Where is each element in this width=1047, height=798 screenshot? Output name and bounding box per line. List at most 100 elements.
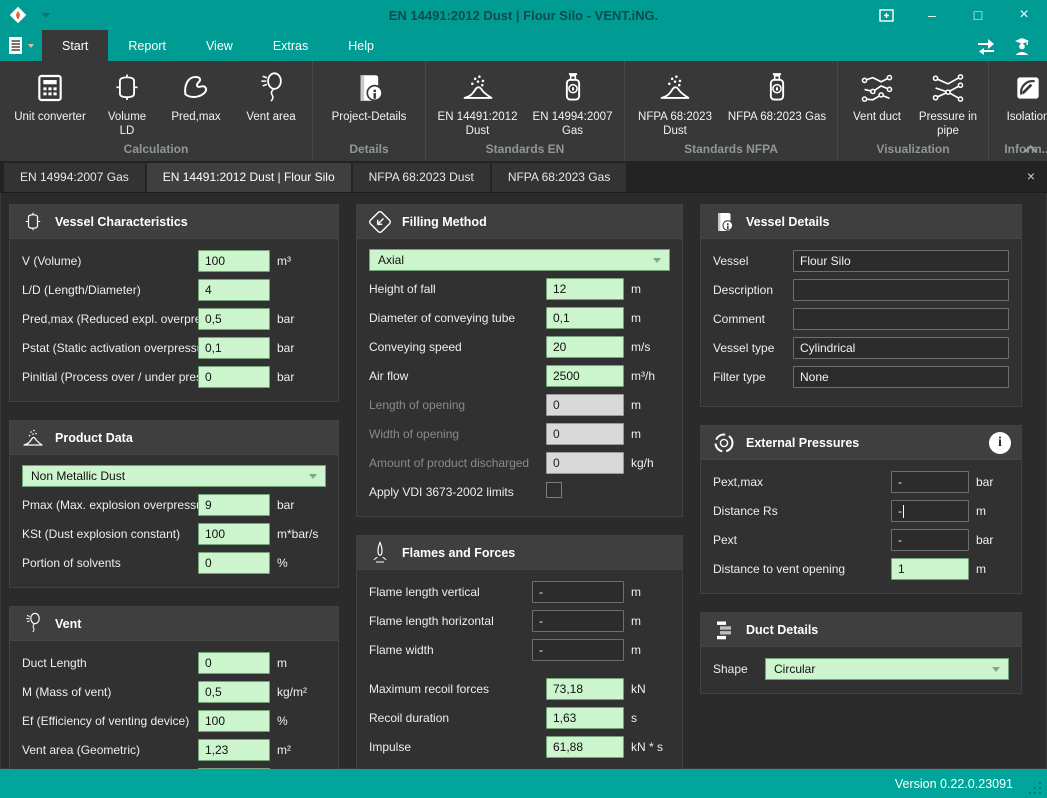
nfpa-68-gas-button[interactable]: NFPA 68:2023 Gas [721, 65, 833, 124]
minimize-button[interactable]: – [909, 0, 955, 30]
unit-label: m [624, 282, 670, 296]
dust-pile-icon [459, 68, 497, 108]
field-row: Recoil duration s [369, 706, 670, 730]
field-label: M (Mass of vent) [22, 685, 198, 699]
solvents-input[interactable] [198, 552, 270, 574]
max-recoil-forces-output[interactable] [546, 678, 624, 700]
nfpa-68-dust-button[interactable]: NFPA 68:2023 Dust [629, 65, 721, 139]
window-controls: – □ × [863, 0, 1047, 30]
comment-input[interactable] [793, 308, 1009, 330]
field-label: Vessel type [713, 341, 793, 355]
popup-window-icon[interactable] [863, 0, 909, 30]
list-menu-icon [8, 36, 25, 55]
kst-input[interactable] [198, 523, 270, 545]
project-details-button[interactable]: Project-Details [317, 65, 421, 124]
distance-to-vent-opening-input[interactable] [891, 558, 969, 580]
menu-start[interactable]: Start [42, 30, 108, 61]
duct-shape-dropdown[interactable]: Circular [765, 658, 1009, 680]
vessel-name-input[interactable] [793, 250, 1009, 272]
app-logo-icon[interactable] [8, 5, 28, 25]
filling-method-dropdown[interactable]: Axial [369, 249, 670, 271]
tab-en-14491-dust-flour-silo[interactable]: EN 14491:2012 Dust | Flour Silo [147, 163, 351, 192]
isolation-button[interactable]: Isolation [993, 65, 1047, 124]
pressure-rings-icon [711, 430, 737, 456]
file-menu-caret-icon [28, 44, 34, 48]
mass-of-vent-input[interactable] [198, 681, 270, 703]
ribbon-group-label: Standards NFPA [629, 140, 833, 159]
menu-extras[interactable]: Extras [253, 30, 328, 61]
close-button[interactable]: × [1001, 0, 1047, 30]
pinitial-input[interactable] [198, 366, 270, 388]
calculator-icon [34, 68, 66, 108]
field-row: Pstat (Static activation overpressure) b… [22, 336, 326, 360]
tutor-graduate-icon[interactable] [1009, 34, 1035, 58]
balloon-icon [20, 611, 46, 637]
panel-title: Flames and Forces [402, 546, 515, 560]
height-of-fall-input[interactable] [546, 278, 624, 300]
pext-max-output[interactable] [891, 471, 969, 493]
vent-area-button[interactable]: Vent area [234, 65, 308, 124]
recoil-duration-output[interactable] [546, 707, 624, 729]
vent-area-geometric-input[interactable] [198, 739, 270, 761]
flame-width-output[interactable] [532, 639, 624, 661]
info-circle-icon[interactable]: i [989, 432, 1011, 454]
volume-ld-button[interactable]: Volume LD [96, 65, 158, 139]
field-label: Description [713, 283, 793, 297]
filter-type-input[interactable] [793, 366, 1009, 388]
flame-length-vertical-output[interactable] [532, 581, 624, 603]
pressure-in-pipe-button[interactable]: Pressure in pipe [912, 65, 984, 139]
pmax-input[interactable] [198, 494, 270, 516]
duct-length-input[interactable] [198, 652, 270, 674]
maximize-button[interactable]: □ [955, 0, 1001, 30]
apply-vdi-limits-checkbox[interactable] [546, 482, 562, 498]
panel-title: Duct Details [746, 623, 818, 637]
description-input[interactable] [793, 279, 1009, 301]
en-14994-gas-button[interactable]: EN 14994:2007 Gas [525, 65, 620, 139]
en-14491-dust-button[interactable]: EN 14491:2012 Dust [430, 65, 525, 139]
transfer-arrows-icon[interactable] [973, 34, 999, 58]
field-label: Portion of solvents [22, 556, 198, 570]
app-menu-caret-icon[interactable] [42, 13, 50, 18]
air-flow-input[interactable] [546, 365, 624, 387]
tab-en-14994-gas[interactable]: EN 14994:2007 Gas [4, 163, 145, 192]
unit-label: kN * s [624, 740, 670, 754]
tab-close-icon[interactable]: × [1027, 169, 1035, 183]
ld-ratio-input[interactable] [198, 279, 270, 301]
vessel-type-input[interactable] [793, 337, 1009, 359]
pstat-input[interactable] [198, 337, 270, 359]
unit-label: bar [270, 498, 326, 512]
length-of-opening-input [546, 394, 624, 416]
field-label: Pstat (Static activation overpressure) [22, 341, 198, 355]
menu-report[interactable]: Report [108, 30, 186, 61]
pred-max-input[interactable] [198, 308, 270, 330]
distance-rs-input[interactable]: - [891, 500, 969, 522]
conveying-tube-diameter-input[interactable] [546, 307, 624, 329]
menu-help[interactable]: Help [328, 30, 394, 61]
vessel-icon [110, 68, 144, 108]
ribbon-button-label: EN 14994:2007 Gas [531, 110, 614, 139]
menu-view[interactable]: View [186, 30, 253, 61]
tab-nfpa-68-dust[interactable]: NFPA 68:2023 Dust [353, 163, 490, 192]
conveying-speed-input[interactable] [546, 336, 624, 358]
main-content: Vessel Characteristics V (Volume) m³ L/D… [0, 193, 1047, 769]
flame-length-horizontal-output[interactable] [532, 610, 624, 632]
ribbon-group-standards-nfpa: NFPA 68:2023 Dust NFPA 68:2023 Gas Stand… [625, 61, 838, 161]
field-row: Air flow m³/h [369, 364, 670, 388]
tab-nfpa-68-gas[interactable]: NFPA 68:2023 Gas [492, 163, 627, 192]
vent-duct-button[interactable]: Vent duct [842, 65, 912, 124]
field-row: Pred,max (Reduced expl. overpressure) ba… [22, 307, 326, 331]
pred-max-button[interactable]: Pred,max [158, 65, 234, 124]
collapse-ribbon-icon[interactable] [1026, 144, 1035, 153]
efficiency-input[interactable] [198, 710, 270, 732]
resize-grip[interactable] [1029, 782, 1041, 794]
unit-converter-button[interactable]: Unit converter [4, 65, 96, 124]
field-label: Shape [713, 662, 765, 676]
vent-duct-icon [859, 68, 895, 108]
checkbox-label: Apply VDI 3673-2002 limits [369, 485, 546, 499]
impulse-output[interactable] [546, 736, 624, 758]
pext-output[interactable] [891, 529, 969, 551]
product-type-dropdown[interactable]: Non Metallic Dust [22, 465, 326, 487]
file-menu-button[interactable] [0, 30, 42, 61]
document-tabstrip: EN 14994:2007 Gas EN 14491:2012 Dust | F… [0, 161, 1047, 193]
v-volume-input[interactable] [198, 250, 270, 272]
